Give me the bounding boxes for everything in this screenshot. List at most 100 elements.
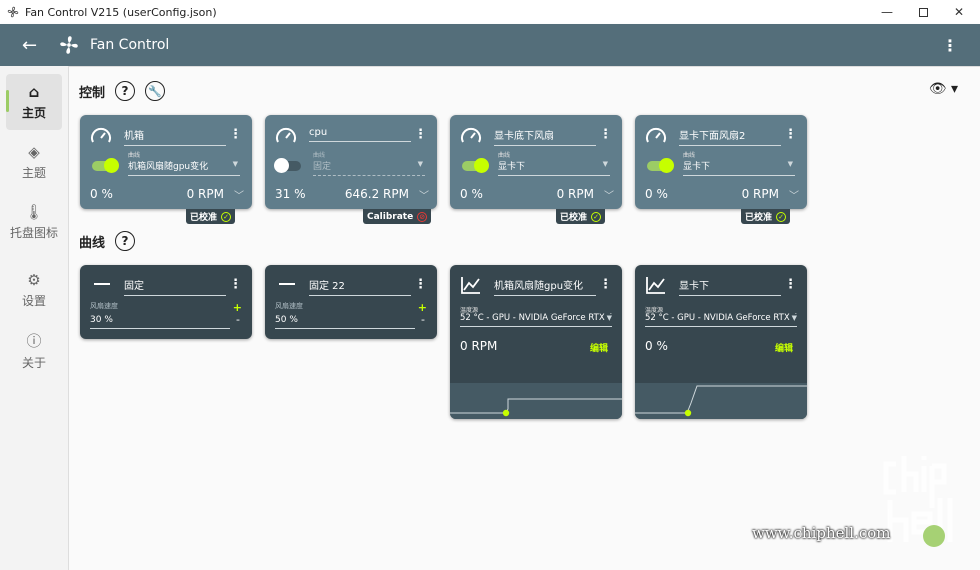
curve-name-input[interactable]: 固定 22 bbox=[309, 277, 411, 296]
speedometer-icon bbox=[646, 127, 666, 143]
curve-value: 显卡下 bbox=[498, 162, 526, 172]
more-vert-icon[interactable]: ⋮ bbox=[784, 127, 797, 142]
speedometer-icon bbox=[91, 127, 111, 143]
paint-bucket-icon: ◈ bbox=[28, 143, 40, 161]
curve-name-input[interactable]: 固定 bbox=[124, 277, 226, 296]
edit-button[interactable]: 编辑 bbox=[590, 341, 608, 354]
more-vert-icon[interactable]: ⋮ bbox=[942, 36, 958, 55]
fan-percent: 0 % bbox=[645, 187, 668, 201]
expand-chevron-icon[interactable]: ﹀ bbox=[234, 187, 244, 202]
control-name-input[interactable]: 机箱 bbox=[124, 127, 226, 146]
nav-item-tray-icon[interactable]: 🌡 托盘图标 bbox=[6, 194, 62, 250]
curve-select[interactable]: 固定 ▼ bbox=[313, 159, 425, 176]
curve-select[interactable]: 显卡下 ▼ bbox=[498, 159, 610, 176]
maximize-icon bbox=[918, 7, 928, 17]
minimize-icon: — bbox=[881, 5, 893, 19]
fan-percent: 31 % bbox=[275, 187, 306, 201]
curve-value: 固定 bbox=[313, 162, 332, 172]
window-title: Fan Control V215 (userConfig.json) bbox=[25, 5, 217, 19]
curve-preview-plot bbox=[450, 383, 622, 419]
more-vert-icon[interactable]: ⋮ bbox=[599, 277, 612, 292]
more-vert-icon[interactable]: ⋮ bbox=[414, 277, 427, 292]
temp-source-select[interactable]: 52 °C - GPU - NVIDIA GeForce RTX 4090▼ bbox=[645, 313, 797, 327]
curve-card: 显卡下 ⋮ 温度源 52 °C - GPU - NVIDIA GeForce R… bbox=[635, 265, 807, 419]
nav-label: 托盘图标 bbox=[9, 226, 58, 240]
badge-label: 已校准 bbox=[190, 213, 218, 223]
decrement-button[interactable]: - bbox=[421, 313, 425, 326]
close-button[interactable]: ✕ bbox=[938, 0, 980, 24]
control-card: cpu ⋮ 曲线 固定 ▼ 31 % 646.2 RPM ﹀ Calibrate ⊘ bbox=[265, 115, 437, 224]
calibration-badge[interactable]: 已校准 ✓ bbox=[556, 209, 606, 224]
curve-card: 固定 22 ⋮ 风扇速度 50 % + - bbox=[265, 265, 437, 339]
calibration-badge[interactable]: 已校准 ✓ bbox=[186, 209, 236, 224]
curve-output-value: 0 RPM bbox=[460, 339, 498, 353]
nav-item-theme[interactable]: ◈ 主题 bbox=[6, 134, 62, 190]
control-name-input[interactable]: 显卡下面风扇2 bbox=[679, 127, 781, 146]
more-vert-icon[interactable]: ⋮ bbox=[599, 127, 612, 142]
app-header: ← Fan Control ⋮ bbox=[0, 24, 980, 66]
expand-chevron-icon[interactable]: ﹀ bbox=[789, 187, 799, 202]
curve-value: 显卡下 bbox=[683, 162, 711, 172]
section-title: 控制 bbox=[79, 85, 106, 101]
nav-label: 设置 bbox=[21, 294, 46, 308]
dropdown-arrow-icon: ▼ bbox=[789, 314, 797, 322]
flat-line-icon bbox=[94, 283, 110, 285]
decrement-button[interactable]: - bbox=[236, 313, 240, 326]
fan-speed-input[interactable]: 50 % bbox=[275, 315, 415, 329]
calibration-badge[interactable]: 已校准 ✓ bbox=[741, 209, 791, 224]
nav-item-about[interactable]: ⓘ 关于 bbox=[6, 322, 62, 378]
gear-icon: ⚙ bbox=[27, 271, 41, 289]
nav-label: 关于 bbox=[21, 355, 46, 370]
nav-item-home[interactable]: ⌂ 主页 bbox=[6, 74, 62, 130]
fan-logo-icon bbox=[60, 36, 78, 54]
expand-chevron-icon[interactable]: ﹀ bbox=[419, 187, 429, 202]
curve-name-input[interactable]: 显卡下 bbox=[679, 277, 781, 296]
speedometer-icon bbox=[461, 127, 481, 143]
badge-label: 已校准 bbox=[745, 213, 773, 223]
more-vert-icon[interactable]: ⋮ bbox=[229, 127, 242, 142]
calibrate-button[interactable]: Calibrate ⊘ bbox=[363, 209, 432, 224]
curve-select[interactable]: 机箱风扇随gpu变化 ▼ bbox=[128, 159, 240, 176]
more-vert-icon[interactable]: ⋮ bbox=[229, 277, 242, 292]
fan-percent: 0 % bbox=[90, 187, 113, 201]
control-card: 机箱 ⋮ 曲线 机箱风扇随gpu变化 ▼ 0 % 0 RPM ﹀ 已校准 ✓ bbox=[80, 115, 252, 224]
fan-speed-input[interactable]: 30 % bbox=[90, 315, 230, 329]
temp-source-value: 52 °C - GPU - NVIDIA GeForce RTX 4090 bbox=[460, 313, 612, 323]
help-icon[interactable]: ? bbox=[115, 81, 136, 101]
graph-curve-icon bbox=[461, 277, 480, 294]
curve-label: 曲线 bbox=[313, 152, 326, 159]
section-title: 曲线 bbox=[79, 235, 106, 251]
app-window: Fan Control V215 (userConfig.json) — ✕ ←… bbox=[0, 0, 980, 570]
curve-label: 曲线 bbox=[498, 152, 511, 159]
curve-name-input[interactable]: 机箱风扇随gpu变化 bbox=[494, 277, 596, 296]
curves-section-header: 曲线 ? bbox=[79, 231, 136, 251]
more-vert-icon[interactable]: ⋮ bbox=[784, 277, 797, 292]
edit-button[interactable]: 编辑 bbox=[775, 341, 793, 354]
curve-output-value: 0 % bbox=[645, 339, 668, 353]
visibility-eye-icon[interactable]: 👁 ▾ bbox=[929, 81, 958, 97]
enable-toggle[interactable] bbox=[92, 158, 119, 173]
enable-toggle[interactable] bbox=[274, 158, 301, 173]
home-icon: ⌂ bbox=[28, 83, 40, 101]
control-name-input[interactable]: 显卡底下风扇 bbox=[494, 127, 596, 146]
curve-label: 曲线 bbox=[683, 152, 696, 159]
flat-line-icon bbox=[279, 283, 295, 285]
help-icon[interactable]: ? bbox=[115, 231, 136, 251]
more-vert-icon[interactable]: ⋮ bbox=[414, 127, 427, 142]
enable-toggle[interactable] bbox=[462, 158, 489, 173]
nav-item-settings[interactable]: ⚙ 设置 bbox=[6, 262, 62, 318]
temp-source-select[interactable]: 52 °C - GPU - NVIDIA GeForce RTX 4090▼ bbox=[460, 313, 612, 327]
title-bar: Fan Control V215 (userConfig.json) — ✕ bbox=[0, 0, 980, 24]
graph-curve-icon bbox=[646, 277, 665, 294]
wrench-icon[interactable]: 🔧 bbox=[145, 81, 166, 101]
watermark-url: www.chiphell.com bbox=[752, 524, 891, 542]
control-card: 显卡下面风扇2 ⋮ 曲线 显卡下 ▼ 0 % 0 RPM ﹀ 已校准 ✓ bbox=[635, 115, 807, 224]
back-arrow-icon[interactable]: ← bbox=[22, 35, 44, 56]
control-name-input[interactable]: cpu bbox=[309, 127, 411, 142]
close-icon: ✕ bbox=[953, 5, 965, 19]
enable-toggle[interactable] bbox=[647, 158, 674, 173]
curve-label: 曲线 bbox=[128, 152, 141, 159]
curve-select[interactable]: 显卡下 ▼ bbox=[683, 159, 795, 176]
expand-chevron-icon[interactable]: ﹀ bbox=[604, 187, 614, 202]
dropdown-arrow-icon: ▼ bbox=[602, 160, 608, 168]
